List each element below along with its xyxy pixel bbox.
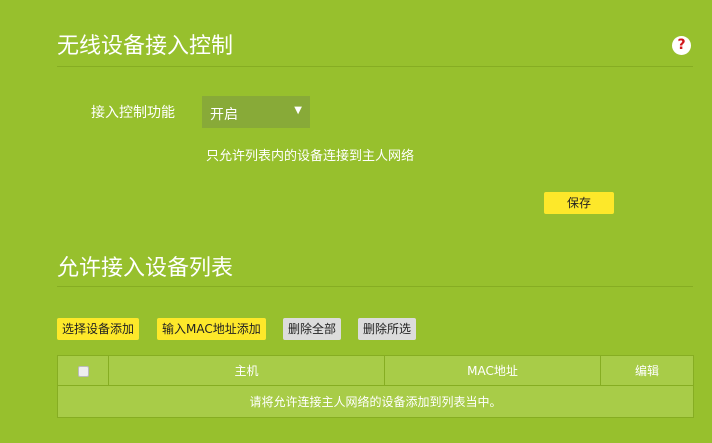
select-value: 开启 (210, 107, 238, 123)
save-button[interactable]: 保存 (544, 192, 614, 214)
delete-selected-button[interactable]: 删除所选 (358, 318, 417, 340)
select-device-add-button[interactable]: 选择设备添加 (57, 318, 140, 340)
section-title: 允许接入设备列表 (57, 256, 234, 281)
delete-all-button[interactable]: 删除全部 (283, 318, 342, 340)
table-row: 请将允许连接主人网络的设备添加到列表当中。 (57, 385, 694, 418)
access-control-select[interactable]: 开启 ▼ (202, 96, 310, 128)
header-mac: MAC地址 (384, 355, 601, 386)
device-table: 主机 MAC地址 编辑 请将允许连接主人网络的设备添加到列表当中。 (57, 355, 694, 418)
divider (57, 286, 693, 287)
access-control-note: 只允许列表内的设备连接到主人网络 (206, 149, 415, 164)
help-icon[interactable]: ? (672, 36, 691, 55)
divider (57, 66, 693, 67)
table-header-row: 主机 MAC地址 编辑 (57, 355, 694, 386)
empty-message: 请将允许连接主人网络的设备添加到列表当中。 (57, 385, 694, 418)
chevron-down-icon: ▼ (294, 105, 302, 116)
access-control-label: 接入控制功能 (91, 105, 175, 121)
select-all-checkbox[interactable] (77, 365, 89, 377)
header-host: 主机 (108, 355, 385, 386)
page-title: 无线设备接入控制 (57, 34, 234, 59)
mac-add-button[interactable]: 输入MAC地址添加 (157, 318, 266, 340)
select-all-cell (57, 355, 109, 386)
header-edit: 编辑 (600, 355, 694, 386)
